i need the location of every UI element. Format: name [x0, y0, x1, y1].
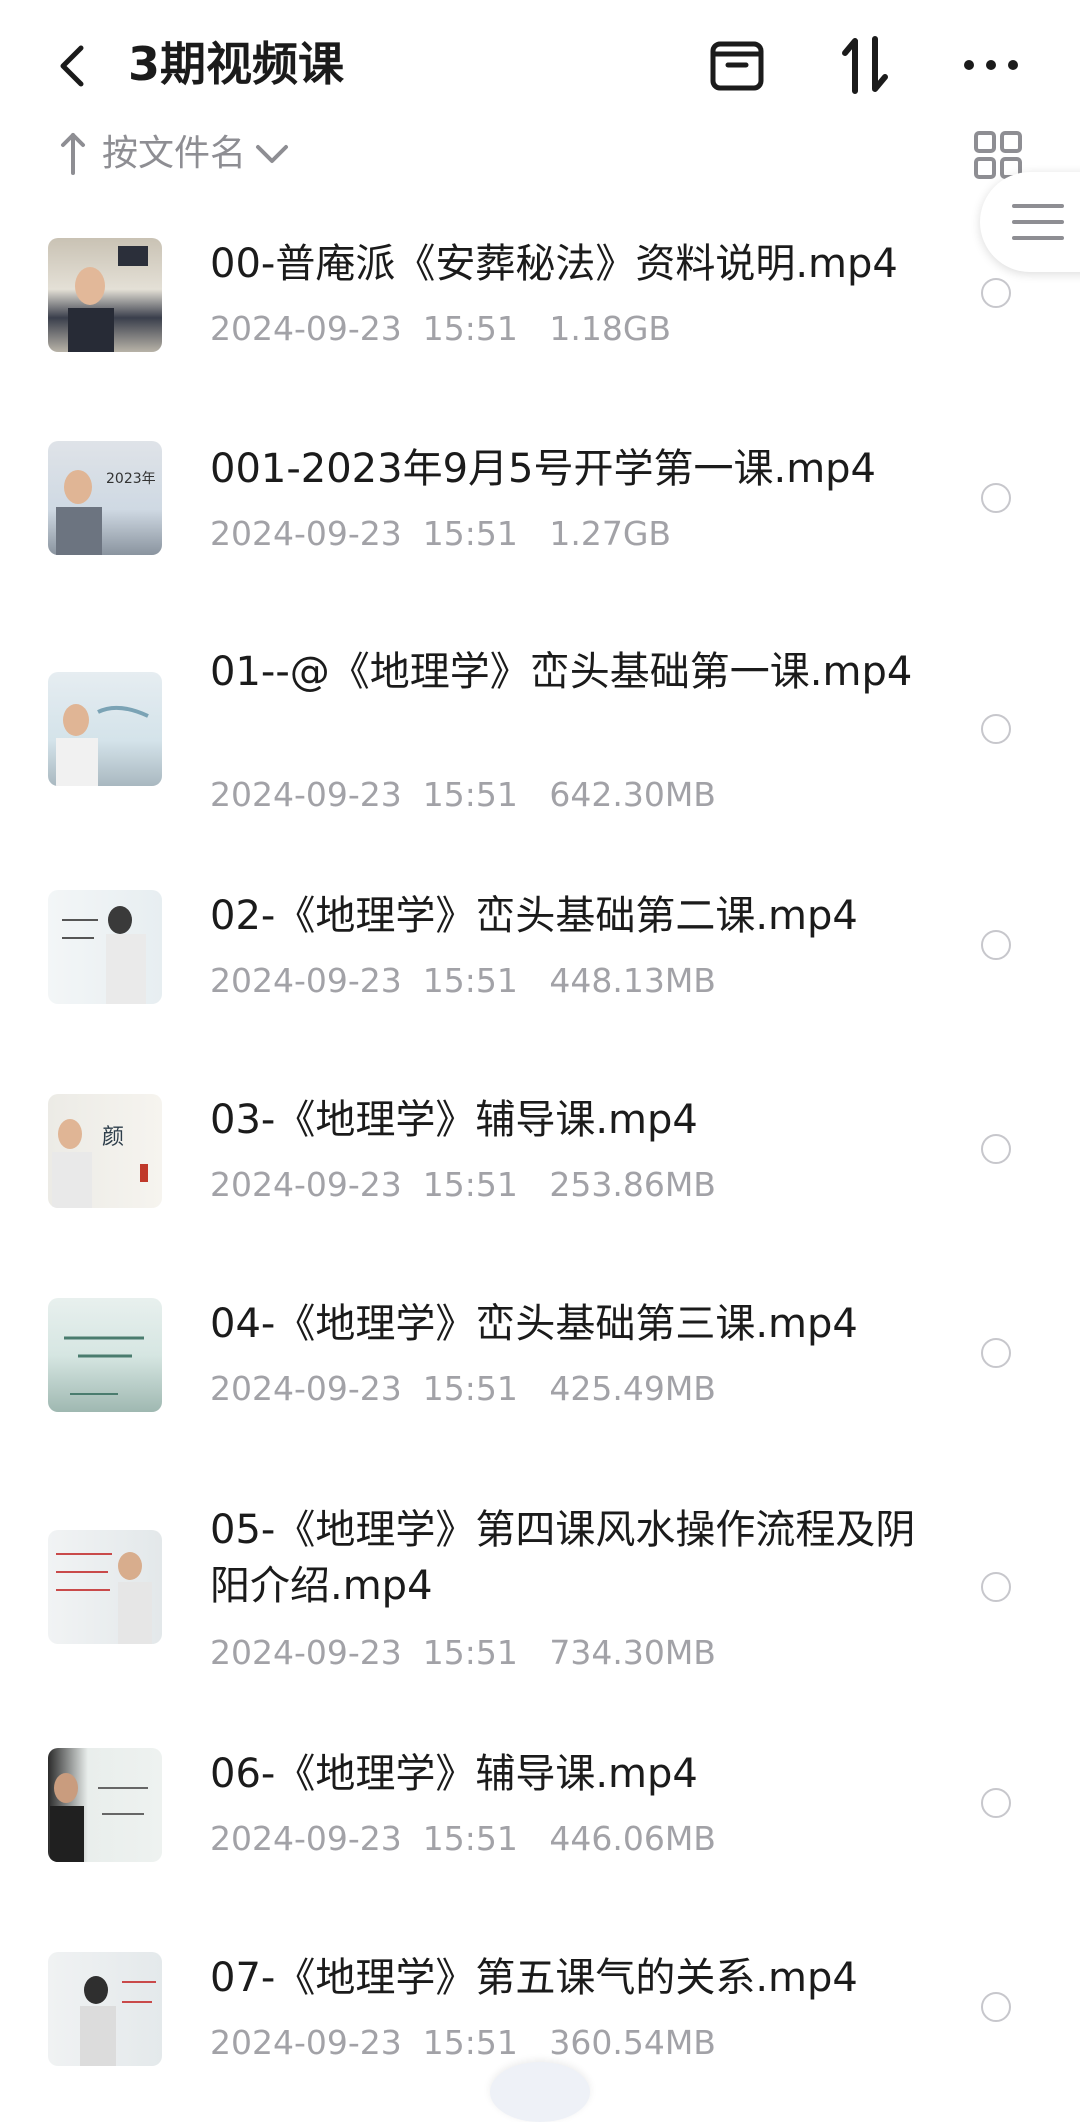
file-size: 360.54MB: [549, 2023, 716, 2062]
file-date: 2024-09-23: [210, 309, 402, 348]
file-date: 2024-09-23: [210, 775, 402, 814]
select-radio[interactable]: [981, 1134, 1011, 1164]
sort-updown-icon: [842, 36, 888, 94]
thumbnail-image: [50, 1773, 148, 1862]
file-name: 04-《地理学》峦头基础第三课.mp4: [210, 1301, 858, 1347]
more-horizontal-icon: [964, 60, 1018, 70]
select-radio[interactable]: [981, 483, 1011, 513]
file-name: 07-《地理学》第五课气的关系.mp4: [210, 1955, 858, 2001]
video-thumbnail: 颜: [48, 1094, 162, 1208]
svg-text:颜: 颜: [102, 1125, 124, 1150]
select-radio[interactable]: [981, 278, 1011, 308]
file-size: 1.18GB: [549, 309, 672, 348]
file-name: 02-《地理学》峦头基础第二课.mp4: [210, 893, 858, 939]
file-time: 15:51: [422, 1633, 518, 1672]
video-thumbnail: [48, 672, 162, 786]
select-radio[interactable]: [981, 1788, 1011, 1818]
file-size: 446.06MB: [549, 1819, 716, 1858]
file-time: 15:51: [422, 1369, 518, 1408]
file-meta: 2024-09-23 15:51 253.86MB: [210, 1163, 716, 1207]
list-item[interactable]: 01--@《地理学》峦头基础第一课.mp4 2024-09-23 15:51 6…: [0, 644, 1080, 824]
file-time: 15:51: [422, 309, 518, 348]
file-date: 2024-09-23: [210, 1369, 402, 1408]
more-button[interactable]: [956, 30, 1026, 100]
file-date: 2024-09-23: [210, 961, 402, 1000]
page-title: 3期视频课: [128, 37, 345, 91]
file-list: 00-普庵派《安葬秘法》资料说明.mp4 2024-09-23 15:51 1.…: [0, 0, 1080, 2086]
file-size: 734.30MB: [549, 1633, 716, 1672]
file-meta: 2024-09-23 15:51 360.54MB: [210, 2021, 716, 2065]
thumbnail-image: [62, 906, 146, 1004]
file-date: 2024-09-23: [210, 514, 402, 553]
file-name: 00-普庵派《安葬秘法》资料说明.mp4: [210, 241, 898, 287]
file-name: 01--@《地理学》峦头基础第一课.mp4: [210, 649, 913, 695]
video-thumbnail: [48, 1748, 162, 1862]
list-item[interactable]: 07-《地理学》第五课气的关系.mp4 2024-09-23 15:51 360…: [0, 1950, 1080, 2070]
file-size: 642.30MB: [549, 775, 716, 814]
list-item[interactable]: 05-《地理学》第四课风水操作流程及阴阳介绍.mp4 2024-09-23 15…: [0, 1502, 1080, 1682]
arrow-up-icon: [61, 133, 85, 175]
file-size: 448.13MB: [549, 961, 716, 1000]
video-thumbnail: [48, 1952, 162, 2066]
list-item[interactable]: 04-《地理学》峦头基础第三课.mp4 2024-09-23 15:51 425…: [0, 1296, 1080, 1416]
file-meta: 2024-09-23 15:51 1.27GB: [210, 512, 671, 556]
video-thumbnail: [48, 1530, 162, 1644]
select-radio[interactable]: [981, 1992, 1011, 2022]
file-date: 2024-09-23: [210, 1165, 402, 1204]
thumbnail-image: [68, 246, 148, 352]
select-radio[interactable]: [981, 930, 1011, 960]
sort-button[interactable]: [830, 30, 900, 100]
file-name: 05-《地理学》第四课风水操作流程及阴阳介绍.mp4: [210, 1507, 916, 1609]
file-date: 2024-09-23: [210, 1633, 402, 1672]
sort-bar: 按文件名: [0, 125, 1080, 185]
file-time: 15:51: [422, 2023, 518, 2062]
video-thumbnail: [48, 1298, 162, 1412]
file-meta: 2024-09-23 15:51 446.06MB: [210, 1817, 716, 1861]
file-name: 001-2023年9月5号开学第一课.mp4: [210, 446, 876, 492]
file-meta: 2024-09-23 15:51 448.13MB: [210, 959, 716, 1003]
floating-action-button[interactable]: [490, 2062, 590, 2122]
thumbnail-image: [56, 1552, 152, 1644]
file-name: 06-《地理学》辅导课.mp4: [210, 1751, 698, 1797]
select-radio[interactable]: [981, 1572, 1011, 1602]
file-date: 2024-09-23: [210, 1819, 402, 1858]
file-time: 15:51: [422, 1165, 518, 1204]
thumbnail-image: 颜: [52, 1119, 148, 1208]
file-size: 1.27GB: [549, 514, 672, 553]
select-radio[interactable]: [981, 714, 1011, 744]
list-item[interactable]: 颜 03-《地理学》辅导课.mp4 2024-09-23 15:51 253.8…: [0, 1092, 1080, 1212]
thumbnail-image: [56, 704, 149, 786]
thumbnail-image: 2023年: [56, 470, 156, 555]
file-meta: 2024-09-23 15:51 642.30MB: [210, 773, 716, 817]
file-size: 253.86MB: [549, 1165, 716, 1204]
file-date: 2024-09-23: [210, 2023, 402, 2062]
thumbnail-image: [64, 1336, 144, 1395]
video-thumbnail: [48, 238, 162, 352]
svg-text:2023年: 2023年: [106, 471, 156, 487]
top-bar: 3期视频课: [0, 0, 1080, 130]
sort-label[interactable]: 按文件名: [102, 129, 246, 179]
file-meta: 2024-09-23 15:51 425.49MB: [210, 1367, 716, 1411]
archive-button[interactable]: [702, 30, 772, 100]
file-meta: 2024-09-23 15:51 734.30MB: [210, 1631, 716, 1675]
file-size: 425.49MB: [549, 1369, 716, 1408]
file-meta: 2024-09-23 15:51 1.18GB: [210, 307, 671, 351]
file-time: 15:51: [422, 514, 518, 553]
chevron-left-icon: [60, 45, 84, 87]
thumbnail-image: [80, 1976, 156, 2066]
back-button[interactable]: [48, 36, 96, 96]
chevron-down-icon[interactable]: [254, 137, 290, 171]
list-item[interactable]: 00-普庵派《安葬秘法》资料说明.mp4 2024-09-23 15:51 1.…: [0, 236, 1080, 356]
archive-box-icon: [710, 41, 764, 91]
video-thumbnail: [48, 890, 162, 1004]
list-item[interactable]: 2023年 001-2023年9月5号开学第一课.mp4 2024-09-23 …: [0, 441, 1080, 561]
list-item[interactable]: 06-《地理学》辅导课.mp4 2024-09-23 15:51 446.06M…: [0, 1746, 1080, 1866]
video-thumbnail: 2023年: [48, 441, 162, 555]
file-time: 15:51: [422, 961, 518, 1000]
file-time: 15:51: [422, 1819, 518, 1858]
file-name: 03-《地理学》辅导课.mp4: [210, 1097, 698, 1143]
select-radio[interactable]: [981, 1338, 1011, 1368]
list-item[interactable]: 02-《地理学》峦头基础第二课.mp4 2024-09-23 15:51 448…: [0, 888, 1080, 1008]
file-time: 15:51: [422, 775, 518, 814]
